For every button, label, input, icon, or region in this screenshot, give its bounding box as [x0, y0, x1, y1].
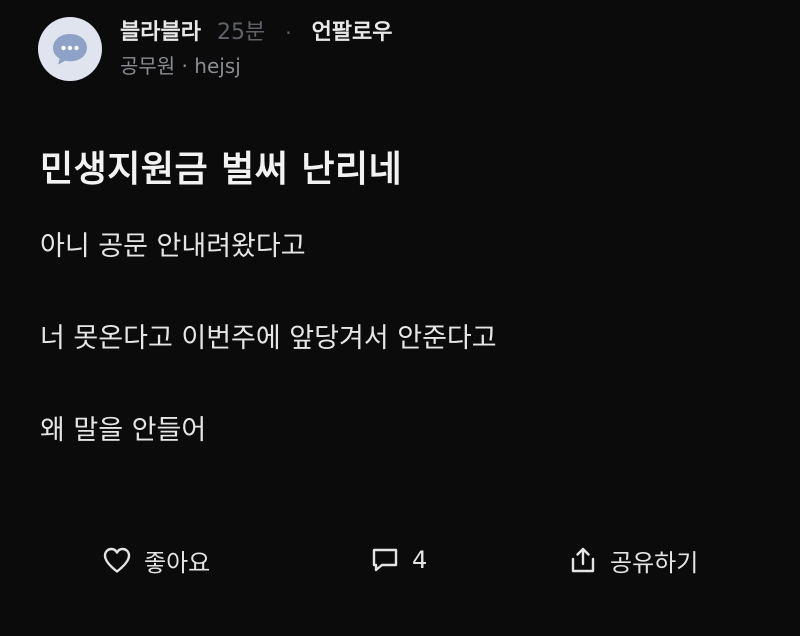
post-body: 아니 공문 안내려왔다고 너 못온다고 이번주에 앞당겨서 안준다고 왜 말을 … — [40, 225, 760, 453]
share-label: 공유하기 — [610, 548, 699, 577]
author-meta: 블라블라 25분 · 언팔로우 공무원 · hejsj — [120, 19, 393, 79]
post-header: 블라블라 25분 · 언팔로우 공무원 · hejsj — [38, 16, 393, 82]
author-name[interactable]: 블라블라 — [120, 19, 201, 47]
post-view: 블라블라 25분 · 언팔로우 공무원 · hejsj 민생지원금 벌써 난리네… — [0, 0, 800, 636]
separator-dot: · — [285, 21, 292, 45]
action-bar: 좋아요 4 공유하기 — [0, 536, 800, 584]
like-label: 좋아요 — [144, 548, 211, 577]
author-line: 블라블라 25분 · 언팔로우 — [120, 19, 393, 47]
author-company: 공무원 · hejsj — [120, 54, 241, 78]
comment-icon — [372, 548, 398, 572]
chat-bubble-icon — [53, 34, 87, 65]
share-button[interactable]: 공유하기 — [568, 536, 698, 584]
post-paragraph: 아니 공문 안내려왔다고 — [40, 231, 306, 262]
comment-button[interactable]: 4 — [370, 536, 427, 584]
heart-icon — [103, 547, 131, 573]
comment-count: 4 — [412, 546, 428, 574]
avatar[interactable] — [38, 17, 102, 81]
share-icon — [571, 547, 595, 573]
unfollow-button[interactable]: 언팔로우 — [312, 19, 393, 47]
like-button[interactable]: 좋아요 — [102, 536, 210, 584]
post-paragraph: 왜 말을 안들어 — [40, 415, 207, 446]
post-paragraph: 너 못온다고 이번주에 앞당겨서 안준다고 — [40, 323, 497, 354]
post-time: 25분 — [216, 20, 266, 45]
post-title: 민생지원금 벌써 난리네 — [40, 149, 403, 190]
